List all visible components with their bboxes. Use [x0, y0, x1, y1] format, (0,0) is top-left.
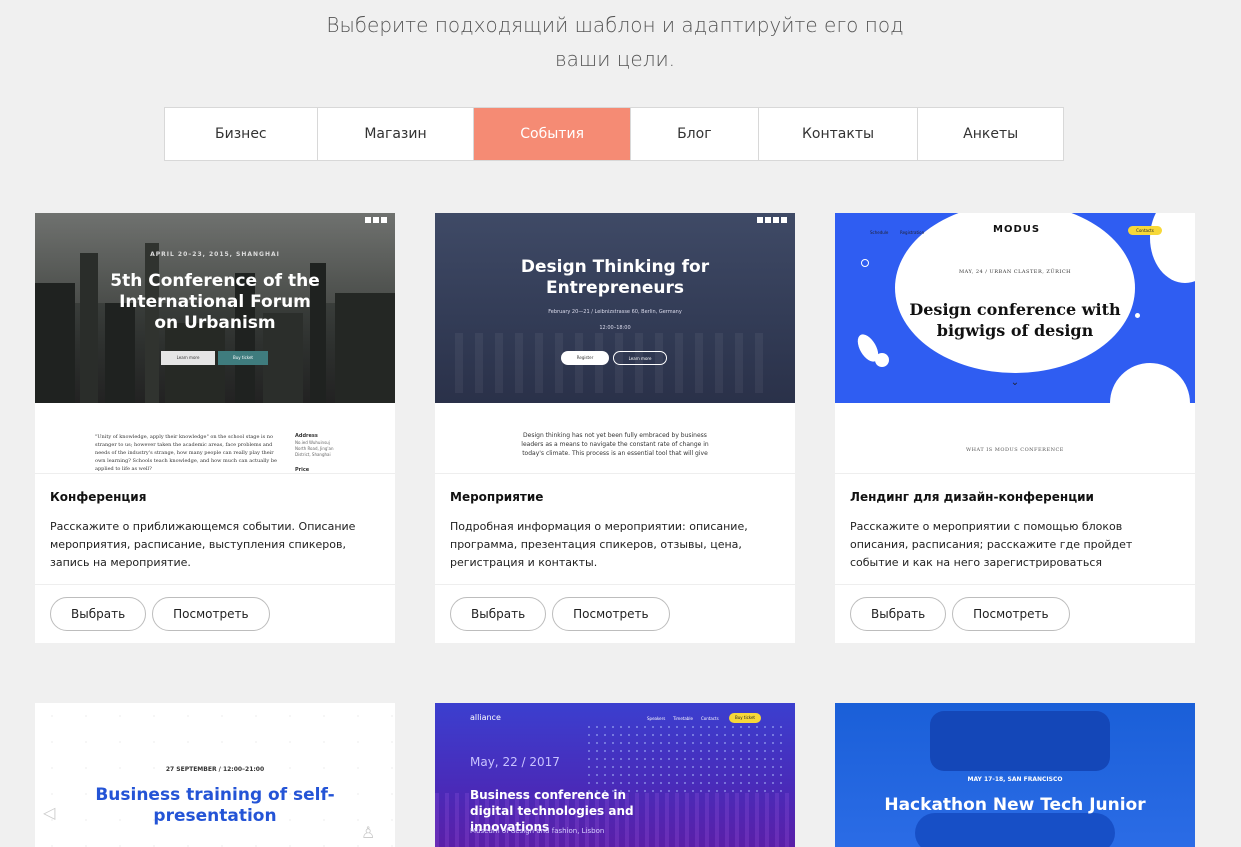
template-preview[interactable]: Design Thinking for Entrepreneurs Februa… [435, 213, 795, 473]
preview-circle [895, 213, 1135, 373]
view-button[interactable]: Посмотреть [552, 597, 670, 631]
preview-learn-button: Learn more [161, 351, 215, 365]
template-preview[interactable]: APRIL 20–23, 2015, SHANGHAI 5th Conferen… [35, 213, 395, 473]
preview-nav-registration: Registration [900, 230, 925, 235]
preview-heading: Hackathon New Tech Junior [884, 795, 1146, 815]
card-description: Расскажите о мероприятии с помощью блоко… [850, 520, 1133, 569]
preview-address: No.ied Wuhuinsuj North Road, Jing'an Dis… [295, 440, 334, 457]
category-tabs: Бизнес Магазин События Блог Контакты Анк… [164, 107, 1064, 161]
preview-nav-speakers: Speakers [647, 716, 666, 721]
preview-date: MAY, 24 / URBAN CLASTER, ZÜRICH [958, 269, 1072, 275]
intro-line-2: ваши цели. [554, 47, 676, 71]
preview-heading: 5th Conference of the International Foru… [110, 271, 320, 333]
preview-subtitle: Museum of design and fashion, Lisbon [470, 827, 605, 835]
preview-contacts-button: Contacts [1128, 226, 1162, 235]
card-actions: Выбрать Посмотреть [35, 584, 395, 643]
preview-heading: Design conference with bigwigs of design [909, 300, 1121, 340]
preview-time: 12:00–18:00 [599, 325, 631, 331]
tab-contacts[interactable]: Контакты [759, 108, 919, 160]
chevron-down-icon: ⌄ [1010, 377, 1020, 388]
template-card-event: Design Thinking for Entrepreneurs Februa… [435, 213, 795, 643]
view-button[interactable]: Посмотреть [152, 597, 270, 631]
card-actions: Выбрать Посмотреть [435, 584, 795, 643]
card-description: Расскажите о приближающемся событии. Опи… [50, 520, 356, 569]
card-description: Подробная информация о мероприятии: опис… [450, 520, 748, 569]
preview-content: Design thinking has not yet been fully e… [435, 403, 795, 473]
preview-hero: APRIL 20–23, 2015, SHANGHAI 5th Conferen… [35, 213, 395, 403]
megaphone-icon: ◁ [43, 803, 56, 822]
preview-date: May, 22 / 2017 [470, 755, 560, 769]
social-icons [365, 217, 387, 223]
preview-price-label: Price [295, 467, 310, 473]
select-button[interactable]: Выбрать [50, 597, 147, 631]
preview-learn-button: Learn more [613, 351, 667, 365]
template-card-hackathon: MAY 17-18, SAN FRANCISCO Hackathon New T… [835, 703, 1195, 847]
preview-content: "Unity of knowledge, apply their knowled… [35, 403, 395, 473]
preview-date: February 20—21 / Leibnizstrasse 60, Berl… [548, 309, 682, 315]
intro-text: Выберите подходящий шаблон и адаптируйте… [320, 8, 910, 76]
template-preview[interactable]: 27 SEPTEMBER / 12:00–21:00 Business trai… [35, 703, 395, 847]
preview-hero: Design Thinking for Entrepreneurs Februa… [435, 213, 795, 403]
template-card-conference: APRIL 20–23, 2015, SHANGHAI 5th Conferen… [35, 213, 395, 643]
tab-blog[interactable]: Блог [631, 108, 759, 160]
preview-logo: alliance [470, 713, 501, 722]
card-actions: Выбрать Посмотреть [835, 584, 1195, 643]
template-card-business-training: 27 SEPTEMBER / 12:00–21:00 Business trai… [35, 703, 395, 847]
card-title: Конференция [50, 490, 147, 504]
view-button[interactable]: Посмотреть [952, 597, 1070, 631]
social-icons [757, 217, 787, 223]
preview-date: MAY 17-18, SAN FRANCISCO [967, 776, 1063, 783]
preview-register-button: Register [561, 351, 609, 365]
card-body: Мероприятие Подробная информация о мероп… [435, 473, 795, 584]
card-title: Мероприятие [450, 490, 544, 504]
card-body: Лендинг для дизайн-конференции Расскажит… [835, 473, 1195, 584]
card-title: Лендинг для дизайн-конференции [850, 490, 1094, 504]
preview-buy-button: Buy ticket [729, 713, 761, 723]
preview-buy-button: Buy ticket [218, 351, 268, 365]
preview-nav-contacts: Contacts [701, 716, 719, 721]
tab-business[interactable]: Бизнес [165, 108, 318, 160]
preview-heading: Design Thinking for Entrepreneurs [520, 257, 710, 298]
preview-content: WHAT IS MODUS CONFERENCE [835, 403, 1195, 473]
select-button[interactable]: Выбрать [450, 597, 547, 631]
preview-quote: "Unity of knowledge, apply their knowled… [95, 434, 277, 472]
card-body: Конференция Расскажите о приближающемся … [35, 473, 395, 584]
person-icon: ♙ [361, 823, 376, 842]
template-card-digital-conference: alliance Speakers Timetable Contacts Buy… [435, 703, 795, 847]
template-preview[interactable]: MAY 17-18, SAN FRANCISCO Hackathon New T… [835, 703, 1195, 847]
preview-nav-schedule: Schedule [870, 230, 889, 235]
tab-shop[interactable]: Магазин [318, 108, 475, 160]
preview-text: Design thinking has not yet been fully e… [521, 432, 709, 457]
preview-address-label: Address [295, 433, 318, 439]
preview-heading: Business training of self-presentation [95, 785, 335, 826]
preview-date: APRIL 20–23, 2015, SHANGHAI [150, 251, 280, 258]
preview-logo: MODUS [993, 224, 1041, 235]
preview-section-title: WHAT IS MODUS CONFERENCE [966, 447, 1064, 453]
tab-forms[interactable]: Анкеты [918, 108, 1063, 160]
preview-date: 27 SEPTEMBER / 12:00–21:00 [165, 766, 265, 773]
preview-hero: Schedule Registration MODUS Contacts MAY… [835, 213, 1195, 403]
select-button[interactable]: Выбрать [850, 597, 947, 631]
template-card-design-conference: Schedule Registration MODUS Contacts MAY… [835, 213, 1195, 643]
template-preview[interactable]: Schedule Registration MODUS Contacts MAY… [835, 213, 1195, 473]
tab-events[interactable]: События [474, 108, 631, 160]
template-preview[interactable]: alliance Speakers Timetable Contacts Buy… [435, 703, 795, 847]
preview-nav-timetable: Timetable [673, 716, 693, 721]
intro-line-1: Выберите подходящий шаблон и адаптируйте… [326, 13, 904, 37]
